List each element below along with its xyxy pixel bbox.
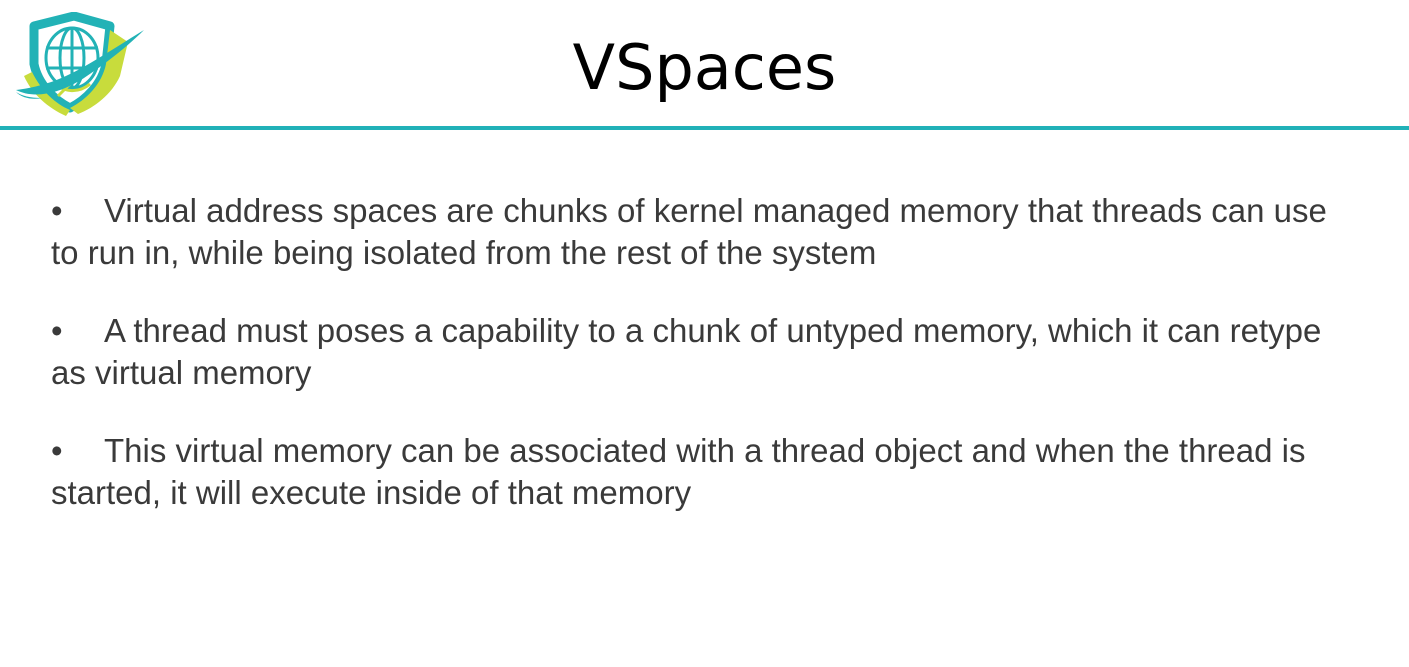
bullet-item: • Virtual address spaces are chunks of ke… [51, 190, 1351, 274]
bullet-text: A thread must poses a capability to a ch… [51, 312, 1322, 391]
bullet-text: Virtual address spaces are chunks of ker… [51, 192, 1327, 271]
slide-title: VSpaces [572, 31, 837, 104]
bullet-marker: • [51, 432, 63, 469]
bullet-text: This virtual memory can be associated wi… [51, 432, 1306, 511]
bullet-marker: • [51, 312, 63, 349]
bullet-marker: • [51, 192, 63, 229]
slide: VSpaces • Virtual address spaces are chun… [0, 0, 1409, 667]
bullet-list: • Virtual address spaces are chunks of ke… [51, 190, 1351, 550]
bullet-item: • A thread must poses a capability to a c… [51, 310, 1351, 394]
bullet-item: • This virtual memory can be associated w… [51, 430, 1351, 514]
title-divider [0, 126, 1409, 130]
